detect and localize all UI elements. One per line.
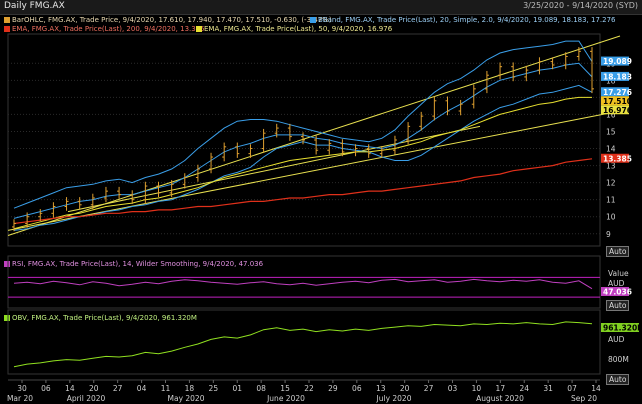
price-tick-label: 10 [606, 213, 616, 222]
x-month-label: June 2020 [266, 394, 305, 403]
x-day-tick-label: 17 [496, 384, 506, 393]
ohlc-bar [511, 62, 516, 82]
x-day-tick-label: 27 [113, 384, 123, 393]
trend-line-1 [7, 35, 621, 236]
price-tag-bband-upper: 19.089 [603, 57, 632, 66]
x-day-tick-label: 01 [232, 384, 242, 393]
axes: 91011121314151617181919.08918.18317.2761… [7, 56, 642, 403]
x-day-tick-label: 06 [352, 384, 362, 393]
obv-line [13, 321, 593, 368]
x-month-label: August 2020 [476, 394, 524, 403]
x-day-tick-label: 03 [448, 384, 458, 393]
x-day-tick-label: 20 [400, 384, 410, 393]
ohlc-bar [432, 96, 437, 121]
x-day-tick-label: 29 [328, 384, 338, 393]
x-day-tick-label: 22 [304, 384, 314, 393]
rsi-tag: 47.036 [603, 288, 632, 297]
x-day-tick-label: 31 [543, 384, 553, 393]
ohlc-bar [537, 57, 542, 75]
ohlc-bar [261, 128, 266, 153]
obv-tag: 961.320M [603, 324, 642, 333]
price-tick-label: 12 [606, 179, 616, 188]
obv-panel-frame [7, 309, 601, 375]
price-tick-label: 9 [606, 230, 611, 239]
trend-lines [7, 35, 621, 236]
x-day-tick-label: 08 [256, 384, 266, 393]
price-tick-label: 15 [606, 127, 616, 136]
ohlc-bar [222, 142, 227, 162]
price-tag-ema50: 16.976 [603, 106, 632, 115]
x-month-label: July 2020 [376, 394, 412, 403]
auto-scale-button-rsi[interactable]: Auto [606, 300, 630, 311]
rsi-value-label: Value [608, 269, 629, 278]
price-panel [12, 40, 594, 232]
x-day-tick-label: 14 [591, 384, 601, 393]
auto-scale-button-obv[interactable]: Auto [606, 374, 630, 385]
x-day-tick-label: 30 [17, 384, 27, 393]
ohlc-bar [498, 62, 503, 80]
ohlc-bar [77, 197, 82, 210]
ohlc-bar [235, 142, 240, 158]
bband-upper-line [13, 40, 593, 209]
x-day-tick-label: 20 [89, 384, 99, 393]
obv-tick-label: 800M [608, 355, 629, 364]
x-month-label: May 2020 [168, 394, 205, 403]
x-month-label: April 2020 [67, 394, 106, 403]
price-tag-ema200: 13.385 [603, 154, 632, 163]
ohlc-bar [143, 181, 148, 204]
ohlc-bar [563, 52, 568, 70]
ohlc-bar [156, 181, 161, 198]
trend-line-2 [7, 110, 621, 231]
ema200-line [13, 158, 593, 225]
x-day-tick-label: 25 [209, 384, 219, 393]
bband-lower-line [13, 84, 593, 231]
ohlc-bar [51, 202, 56, 218]
x-day-tick-label: 15 [280, 384, 290, 393]
ohlc-bar [327, 139, 332, 155]
price-tick-label: 11 [606, 196, 616, 205]
ohlc-bar [117, 186, 122, 199]
x-day-tick-label: 27 [424, 384, 434, 393]
x-day-tick-label: 24 [519, 384, 529, 393]
ohlc-bar [484, 70, 489, 94]
obv-unit-label: AUD [608, 335, 625, 344]
x-day-tick-label: 11 [161, 384, 171, 393]
x-day-tick-label: 07 [567, 384, 577, 393]
rsi-panel [8, 276, 600, 298]
x-day-tick-label: 14 [65, 384, 75, 393]
ohlc-bar [458, 99, 463, 116]
chart-canvas[interactable]: 91011121314151617181919.08918.18317.2761… [0, 0, 642, 404]
price-tick-label: 14 [606, 145, 616, 154]
price-tag-bband-mid: 18.183 [603, 72, 632, 81]
grid-lines [7, 33, 601, 375]
price-tag-close: 17.510 [603, 97, 632, 106]
x-month-label: Sep 20 [571, 394, 597, 403]
rsi-line [13, 278, 593, 290]
x-month-label: Mar 20 [7, 394, 33, 403]
trend-line-3 [67, 125, 481, 213]
price-tag-bband-lower: 17.276 [603, 88, 632, 97]
ohlc-bar [590, 47, 594, 94]
x-day-tick-label: 18 [185, 384, 195, 393]
x-day-tick-label: 06 [41, 384, 51, 393]
auto-scale-button-price[interactable]: Auto [606, 246, 630, 257]
x-day-tick-label: 04 [137, 384, 147, 393]
x-day-tick-label: 13 [376, 384, 386, 393]
obv-panel [13, 321, 593, 368]
x-day-tick-label: 10 [472, 384, 482, 393]
ohlc-bar [182, 173, 187, 189]
ohlc-bar [287, 123, 292, 141]
ohlc-bar [130, 190, 135, 204]
